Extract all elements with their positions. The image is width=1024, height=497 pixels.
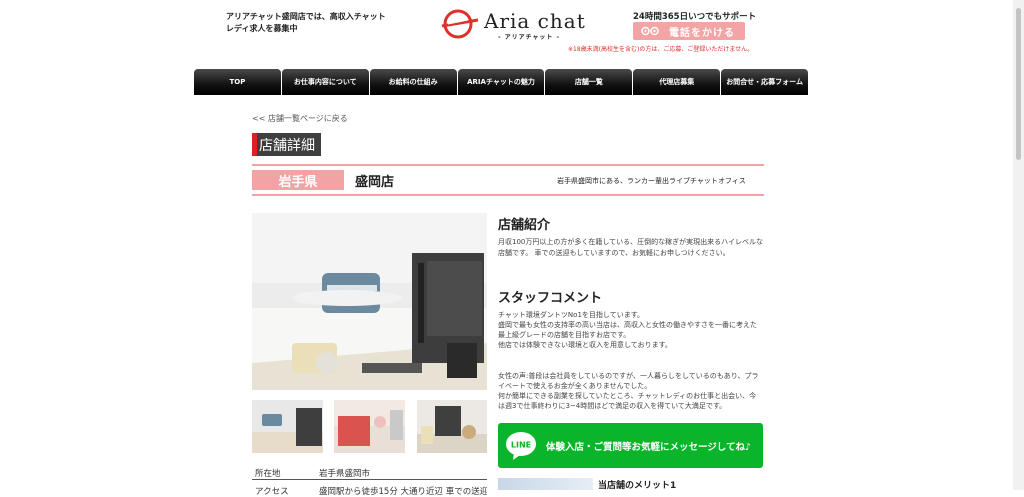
nav-item-appeal[interactable]: ARIAチャットの魅力 xyxy=(457,69,545,95)
call-button[interactable]: 電話をかける xyxy=(633,22,745,40)
line-contact-label: 体験入店・ご質問等お気軽にメッセージしてね♪ xyxy=(546,441,752,453)
page-title: 店舗詳細 xyxy=(252,133,321,156)
call-button-label: 電話をかける xyxy=(669,27,735,39)
support-text: 24時間365日いつでもサポート xyxy=(633,12,757,22)
phone-icon xyxy=(641,26,659,36)
staff-voice-line: 何か簡単にできる副業を探していたところ、チャットレディのお仕事と出会い、今は週3… xyxy=(498,392,757,410)
main-nav: TOP お仕事内容について お給料の仕組み ARIAチャットの魅力 店舗一覧 代… xyxy=(194,69,809,95)
logo-subtext: - アリアチャット - xyxy=(498,34,560,41)
info-divider xyxy=(252,479,487,480)
header-tagline: アリアチャット盛岡店では、高収入チャットレディ求人を募集中 xyxy=(226,12,386,33)
shop-thumbnail[interactable] xyxy=(252,400,323,453)
info-label-access: アクセス xyxy=(255,487,289,497)
nav-item-salary[interactable]: お給料の仕組み xyxy=(369,69,457,95)
staff-voice-line: 女性の声:普段は会社員をしているのですが、一人暮らしをしているのもあり、プライベ… xyxy=(498,372,759,390)
scrollbar-thumb[interactable] xyxy=(1016,8,1021,160)
info-label-address: 所在地 xyxy=(255,469,281,479)
line-icon: LINE xyxy=(506,431,536,460)
shop-intro-heading: 店舗紹介 xyxy=(498,218,551,233)
info-value-access: 盛岡駅から徒歩15分 大通り近辺 車での送迎 xyxy=(319,487,487,497)
site-logo[interactable]: Aria chat - アリアチャット - xyxy=(438,9,588,41)
shop-description: 岩手県盛岡市にある、ランカー輩出ライブチャットオフィス xyxy=(557,177,746,185)
prefecture-badge: 岩手県 xyxy=(252,170,344,190)
staff-comment-heading: スタッフコメント xyxy=(498,291,603,306)
logo-text: Aria chat xyxy=(484,9,586,33)
nav-item-top[interactable]: TOP xyxy=(194,69,281,95)
shop-thumbnail[interactable] xyxy=(334,400,405,453)
nav-item-agency[interactable]: 代理店募集 xyxy=(633,69,721,95)
shop-main-photo xyxy=(252,213,487,390)
logo-swoosh-icon xyxy=(441,9,479,39)
staff-comment-line: チャット環境ダントツNo1を目指しています。 xyxy=(498,311,644,319)
divider xyxy=(252,194,764,196)
staff-comment-line: 他店では体験できない環境と収入を用意しております。 xyxy=(498,341,672,349)
nav-item-contact[interactable]: お問合せ・応募フォーム xyxy=(721,69,809,95)
staff-voice-text: 女性の声:普段は会社員をしているのですが、一人暮らしをしているのもあり、プライベ… xyxy=(498,371,763,411)
merit-image xyxy=(498,478,593,490)
shop-thumbnail[interactable] xyxy=(417,400,487,453)
page-scrollbar[interactable] xyxy=(1013,0,1024,490)
nav-item-work[interactable]: お仕事内容について xyxy=(281,69,369,95)
line-icon-text: LINE xyxy=(511,440,531,449)
staff-comment-line: 盛岡で最も女性の支持率の高い当店は、高収入と女性の働きやすさを一番に考えた最上級… xyxy=(498,321,757,339)
shop-name: 盛岡店 xyxy=(355,175,395,190)
staff-comment-text: チャット環境ダントツNo1を目指しています。 盛岡で最も女性の支持率の高い当店は… xyxy=(498,310,763,350)
shop-intro-text: 月収100万円以上の方が多く在籍している、圧倒的な稼ぎが実現出来るハイレベルな店… xyxy=(498,238,764,257)
merit-heading: 当店舗のメリット1 xyxy=(598,481,677,491)
line-contact-button[interactable]: LINE 体験入店・ご質問等お気軽にメッセージしてね♪ xyxy=(498,423,763,468)
divider xyxy=(252,164,764,166)
nav-item-shops[interactable]: 店舗一覧 xyxy=(545,69,633,95)
back-to-shop-list-link[interactable]: << 店舗一覧ページに戻る xyxy=(252,113,348,124)
age-warning: ※18歳未満(高校生を含む)の方は、ご応募、ご登録いただけません。 xyxy=(568,46,754,53)
info-value-address: 岩手県盛岡市 xyxy=(319,469,371,479)
